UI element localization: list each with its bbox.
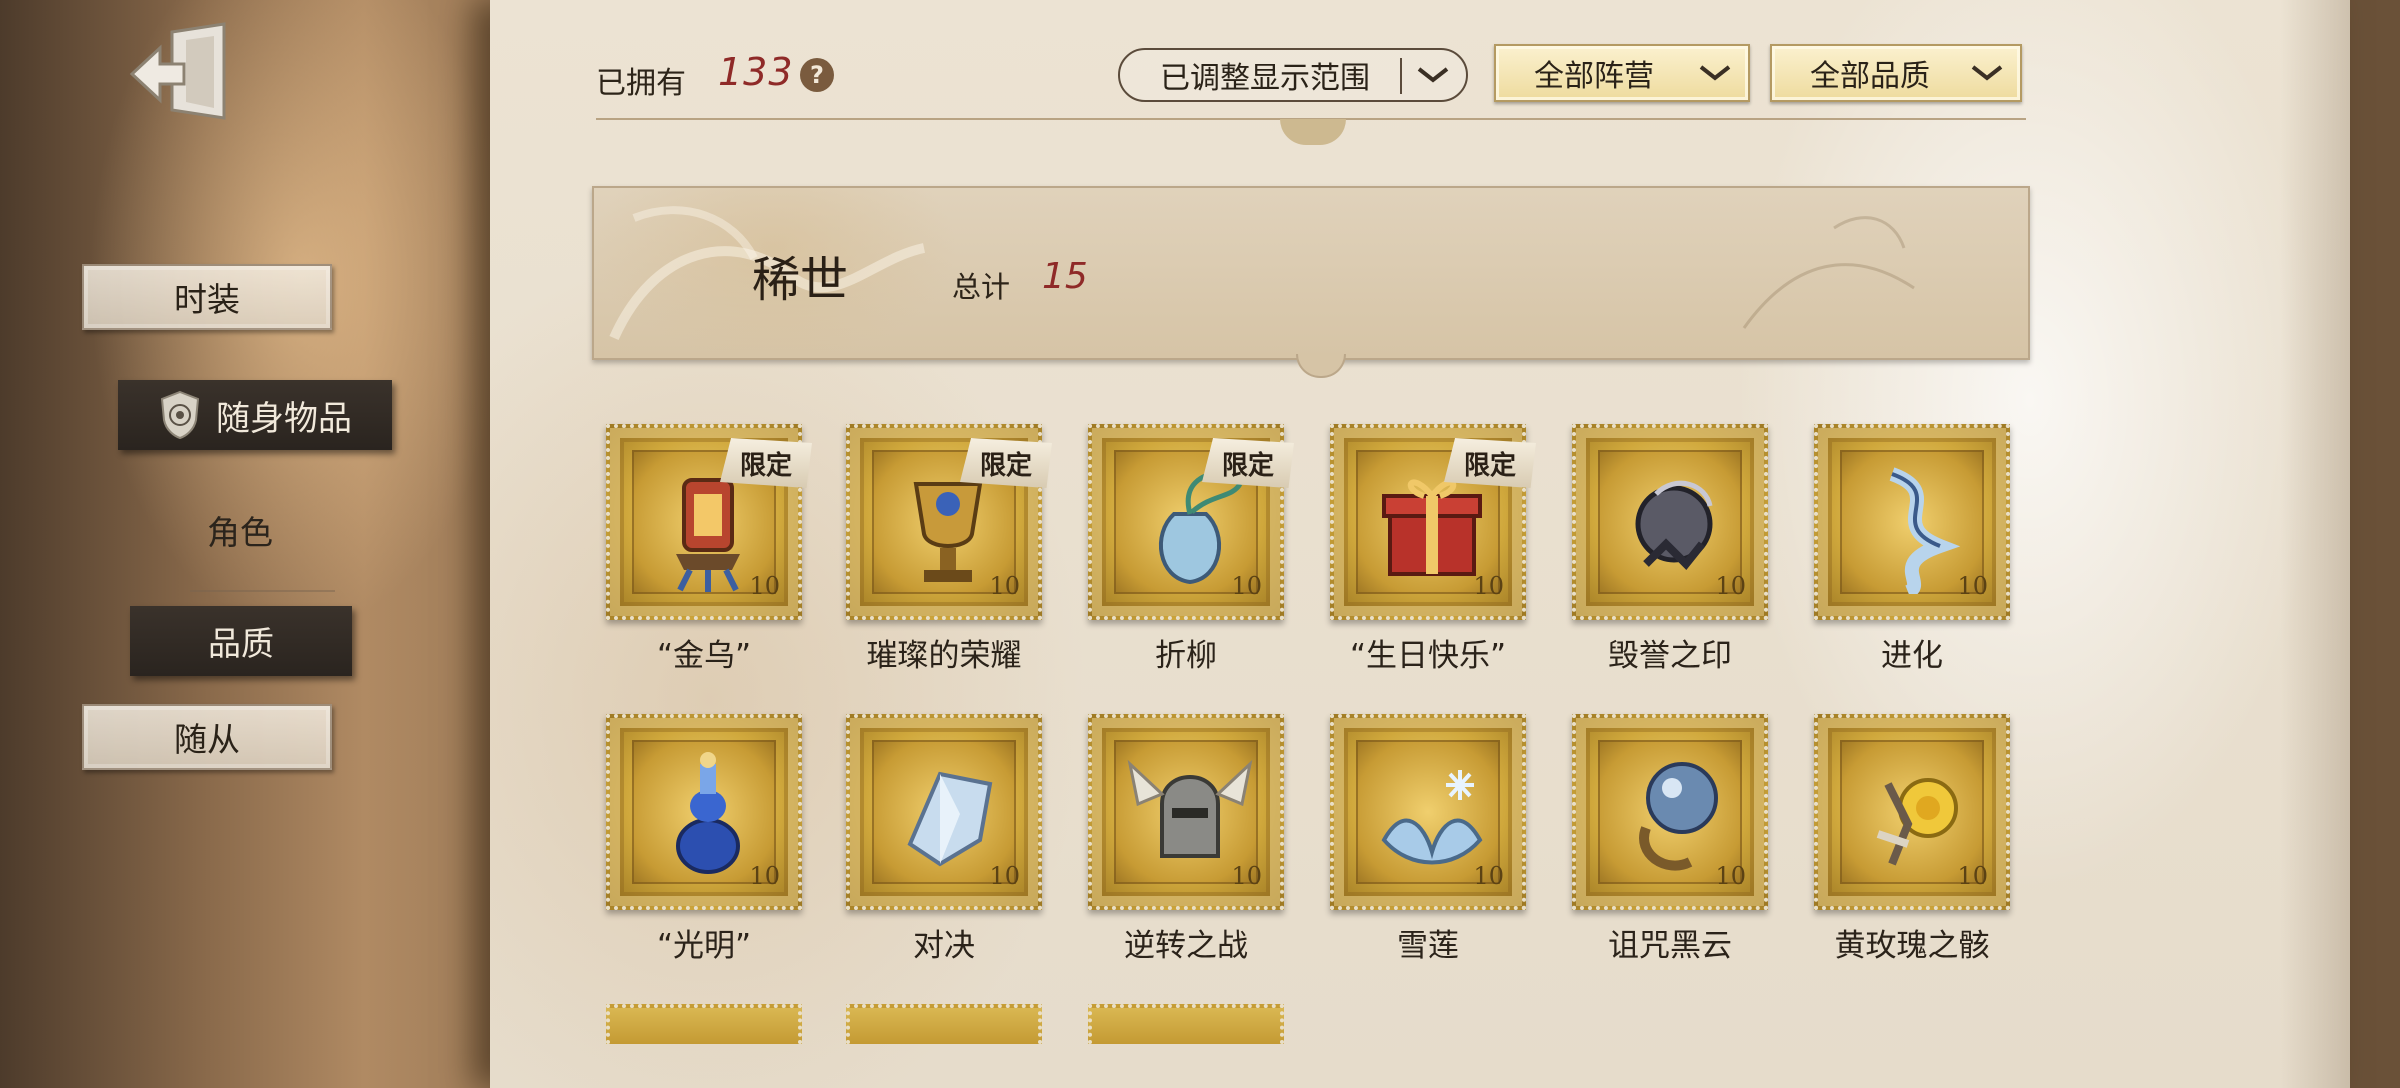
sidebar-item-label: 随身物品 (216, 398, 352, 439)
total-label: 总计 (952, 270, 1011, 304)
limited-tag: 限定 (960, 438, 1052, 488)
item-name: 诅咒黑云 (1608, 928, 1732, 964)
item-card-partial[interactable] (1088, 1004, 1284, 1044)
item-name: “生日快乐” (1349, 638, 1507, 674)
sidebar-item-label: 随从 (174, 720, 240, 759)
sidebar-item-label: 品质 (208, 624, 274, 663)
sidebar-divider (190, 590, 335, 592)
sidebar-item-label: 角色 (207, 513, 273, 552)
shield-icon (160, 390, 200, 440)
stamp-value: 10 (1957, 572, 1988, 600)
item-name: 璀璨的荣耀 (866, 638, 1022, 674)
item-name: 毁誉之印 (1608, 638, 1732, 674)
item-card[interactable]: 10 逆转之战 (1086, 714, 1286, 965)
item-card-partial[interactable] (606, 1004, 802, 1044)
sidebar-item-label: 时装 (174, 280, 240, 319)
owned-count: 133 (718, 50, 794, 94)
stamp-value: 10 (1473, 572, 1504, 600)
item-stamp: 10 限定 (1088, 424, 1294, 620)
limited-tag: 限定 (1444, 438, 1536, 488)
owned-label: 已拥有 (596, 66, 686, 101)
item-stamp: 10 (1572, 424, 1768, 620)
stamp-value: 10 (989, 572, 1020, 600)
item-card[interactable]: 10 限定 “金乌” (604, 424, 812, 675)
item-name: 折柳 (1155, 638, 1217, 674)
item-name: 黄玫瑰之骸 (1834, 928, 1990, 964)
sidebar-item-quality[interactable]: 品质 (130, 606, 352, 676)
chevron-down-icon (1971, 65, 2003, 81)
item-stamp: 10 (1330, 714, 1526, 910)
stamp-value: 10 (1715, 572, 1746, 600)
item-card[interactable]: 10 雪莲 (1328, 714, 1528, 965)
item-card[interactable]: 10 限定璀璨的荣耀 (844, 424, 1052, 675)
chevron-down-icon (1699, 65, 1731, 81)
camp-filter-dropdown[interactable]: 全部阵营 (1494, 44, 1750, 102)
stamp-value: 10 (749, 862, 780, 890)
item-card[interactable]: 10 诅咒黑云 (1570, 714, 1770, 965)
item-stamp: 10 限定 (846, 424, 1052, 620)
limited-tag: 限定 (1202, 438, 1294, 488)
item-card[interactable]: 10 进化 (1812, 424, 2012, 675)
exit-icon[interactable] (128, 18, 238, 128)
item-card-partial[interactable] (846, 1004, 1042, 1044)
dropdown-value: 全部阵营 (1534, 59, 1654, 94)
item-stamp: 10 (606, 714, 802, 910)
item-stamp: 10 (1814, 714, 2010, 910)
item-card[interactable]: 10 黄玫瑰之骸 (1812, 714, 2012, 965)
sidebar-item-accessories[interactable]: 随身物品 (118, 380, 392, 450)
item-card[interactable]: 10 毁誉之印 (1570, 424, 1770, 675)
stamp-value: 10 (1715, 862, 1746, 890)
item-card[interactable]: 10 限定折柳 (1086, 424, 1294, 675)
dropdown-value: 已调整显示范围 (1160, 61, 1370, 96)
dropdown-value: 全部品质 (1810, 59, 1930, 94)
item-name: “金乌” (656, 638, 752, 674)
item-card[interactable]: 10 对决 (844, 714, 1044, 965)
chevron-down-icon (1417, 67, 1449, 83)
rarity-title: 稀世 (752, 252, 849, 308)
total-count: 15 (1042, 256, 1088, 297)
stamp-value: 10 (1231, 862, 1262, 890)
item-stamp: 10 (1814, 424, 2010, 620)
stamp-value: 10 (1231, 572, 1262, 600)
stamp-value: 10 (1473, 862, 1504, 890)
item-card[interactable]: 10 限定 “生日快乐” (1328, 424, 1536, 675)
item-name: 雪莲 (1397, 928, 1459, 964)
sidebar-item-fashion[interactable]: 时装 (82, 264, 332, 330)
display-range-dropdown[interactable]: 已调整显示范围 (1118, 48, 1468, 102)
item-name: 逆转之战 (1124, 928, 1248, 964)
item-name: 进化 (1881, 638, 1943, 674)
stamp-value: 10 (989, 862, 1020, 890)
item-stamp: 10 (846, 714, 1042, 910)
item-stamp: 10 限定 (1330, 424, 1536, 620)
help-icon[interactable]: ? (800, 58, 834, 92)
limited-tag: 限定 (720, 438, 812, 488)
stamp-value: 10 (1957, 862, 1988, 890)
item-card[interactable]: 10 “光明” (604, 714, 804, 965)
quality-filter-dropdown[interactable]: 全部品质 (1770, 44, 2022, 102)
item-stamp: 10 (1572, 714, 1768, 910)
item-stamp: 10 (1088, 714, 1284, 910)
sidebar-item-character[interactable]: 角色 (160, 500, 320, 560)
item-name: “光明” (656, 928, 752, 964)
stamp-value: 10 (749, 572, 780, 600)
item-name: 对决 (913, 928, 975, 964)
item-stamp: 10 限定 (606, 424, 812, 620)
sidebar-item-followers[interactable]: 随从 (82, 704, 332, 770)
